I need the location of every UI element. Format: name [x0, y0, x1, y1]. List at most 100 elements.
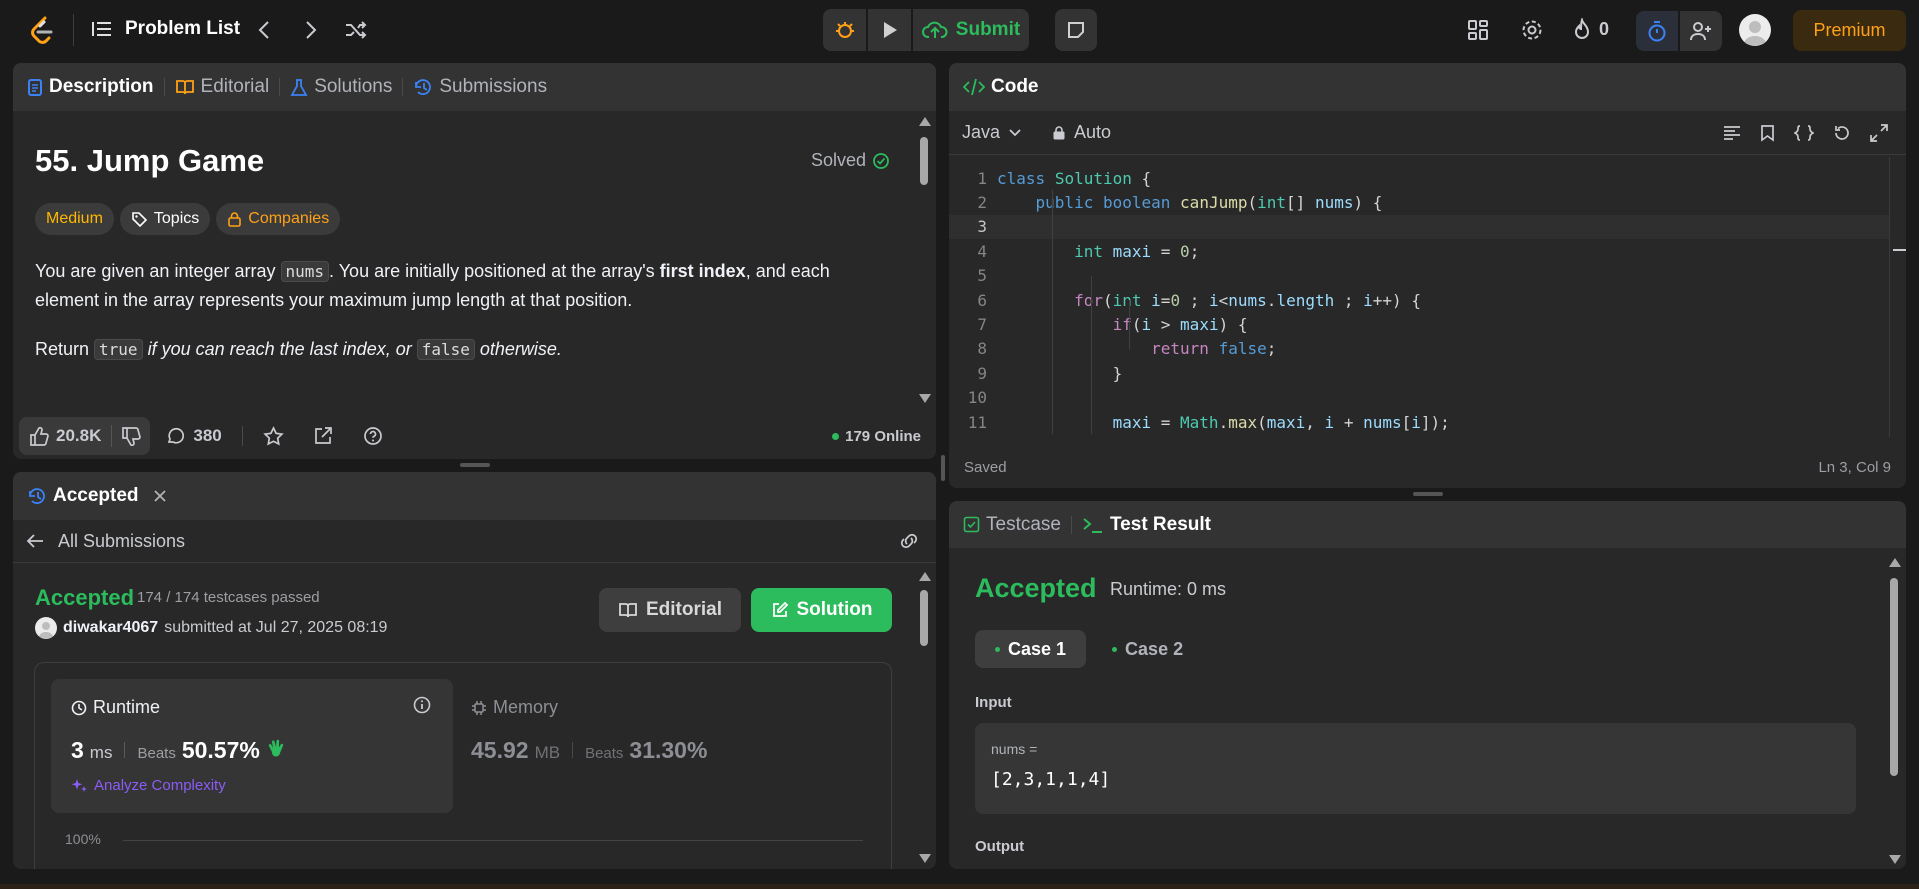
avatar[interactable] [1739, 14, 1771, 46]
top-bar: Problem List Submit 0 Premium [0, 0, 1919, 60]
solution-button[interactable]: Solution [751, 588, 892, 632]
line-number: 6 [977, 290, 987, 310]
clock-icon [71, 700, 87, 716]
line-number: 7 [977, 315, 987, 335]
result-runtime: Runtime: 0 ms [1110, 579, 1227, 599]
link-icon[interactable] [898, 533, 920, 549]
back-to-submissions[interactable]: All Submissions [26, 531, 185, 552]
tab-code[interactable]: Code [963, 76, 1039, 98]
runtime-card[interactable]: Runtime 3 ms Beats 50.57% Analyze Comple… [51, 679, 453, 813]
info-icon[interactable] [413, 696, 431, 714]
editorial-button[interactable]: Editorial [599, 588, 741, 632]
lock-icon [227, 211, 242, 228]
star-icon[interactable] [263, 426, 284, 446]
format-icon[interactable] [1723, 125, 1741, 141]
memory-unit: MB [534, 743, 561, 762]
runtime-value-row: 3 ms Beats 50.57% [71, 737, 286, 764]
submit-button[interactable]: Submit [913, 9, 1029, 51]
line-number: 8 [977, 339, 987, 359]
check-circle-icon [872, 152, 890, 170]
timer-button[interactable] [1636, 11, 1678, 51]
tab-solutions[interactable]: Solutions [290, 76, 392, 98]
tab-label: Test Result [1109, 513, 1211, 535]
test-scrollbar[interactable] [1889, 556, 1901, 866]
description-footer: 20.8K 380 179 Online [13, 416, 936, 456]
tab-test-result[interactable]: Test Result [1082, 514, 1211, 536]
line-number: 5 [977, 266, 987, 286]
reset-icon[interactable] [1833, 124, 1851, 142]
comments-button[interactable]: 380 [166, 426, 222, 446]
horizontal-resize-handle[interactable] [460, 463, 490, 467]
clap-icon [266, 738, 286, 758]
invite-button[interactable] [1680, 11, 1722, 51]
premium-label: Premium [1813, 20, 1886, 40]
memory-card[interactable]: Memory 45.92 MB Beats 31.30% [471, 679, 873, 813]
problem-list-button[interactable]: Problem List [91, 18, 240, 40]
result-status: Accepted [975, 573, 1097, 603]
italic-text: if you can reach the last index, or [142, 339, 417, 359]
input-box[interactable]: nums = [2,3,1,1,4] [975, 723, 1856, 814]
tab-editorial[interactable]: Editorial [175, 76, 270, 98]
difficulty-badge[interactable]: Medium [35, 203, 114, 235]
lock-icon [1052, 125, 1066, 141]
tag-icon [131, 211, 148, 228]
tab-label: Description [49, 76, 154, 97]
gear-icon[interactable] [1521, 19, 1543, 41]
code-line: 11 maxi = Math. max(maxi, i + nums[i]); [949, 410, 1889, 434]
tab-submissions[interactable]: Submissions [413, 76, 547, 98]
description-tabs: Description Editorial Solutions Submissi… [13, 63, 936, 111]
sparkle-icon [71, 777, 88, 794]
help-icon[interactable] [363, 426, 383, 446]
dislike-button[interactable] [112, 417, 150, 455]
stats-card: Runtime 3 ms Beats 50.57% Analyze Comple… [34, 662, 892, 869]
language-select[interactable]: Java [962, 122, 1022, 143]
layout-icon[interactable] [1467, 19, 1489, 41]
tab-testcase[interactable]: Testcase [963, 514, 1061, 536]
input-label: Input [975, 694, 1012, 711]
analyze-complexity-link[interactable]: Analyze Complexity [71, 777, 226, 794]
premium-button[interactable]: Premium [1793, 10, 1906, 51]
shuffle-icon[interactable] [344, 20, 368, 40]
auto-mode[interactable]: Auto [1052, 122, 1111, 143]
bookmark-icon[interactable] [1760, 124, 1775, 142]
tab-label: Submissions [439, 76, 548, 97]
case-tabs: Case 1 Case 2 [975, 630, 1203, 668]
share-icon[interactable] [313, 426, 333, 446]
vertical-resize-handle[interactable] [941, 455, 945, 481]
code-test-resize-handle[interactable] [1413, 492, 1443, 496]
leetcode-logo[interactable] [29, 16, 55, 44]
submission-scrollbar[interactable] [919, 570, 931, 865]
run-toolbar: Submit [823, 9, 1029, 51]
code-editor[interactable]: 1 class Solution { 2 public boolean canJu… [949, 166, 1889, 434]
memory-label: Memory [493, 697, 559, 717]
companies-button[interactable]: Companies [216, 203, 341, 235]
tab-description[interactable]: Description [27, 76, 154, 98]
runtime-value: 3 [71, 737, 84, 763]
close-icon[interactable] [153, 489, 167, 503]
text-span: You are given an integer array [35, 261, 281, 281]
code-line: 8 return false; [949, 337, 1889, 361]
submission-panel: Accepted All Submissions Accepted 174 / … [13, 472, 936, 869]
fullscreen-icon[interactable] [1870, 123, 1888, 142]
run-button[interactable] [868, 9, 911, 51]
case-tab-1[interactable]: Case 1 [975, 630, 1087, 668]
chevron-right-icon[interactable] [304, 20, 318, 40]
tab-accepted[interactable]: Accepted [27, 485, 139, 507]
submitter-name[interactable]: diwakar4067 [63, 619, 158, 637]
streak-counter[interactable]: 0 [1573, 18, 1609, 40]
braces-icon[interactable] [1794, 124, 1814, 142]
code-line: 5 [949, 264, 1889, 288]
tab-label: Editorial [200, 76, 270, 97]
bug-icon [834, 19, 856, 41]
topics-button[interactable]: Topics [119, 203, 211, 235]
description-scrollbar[interactable] [919, 115, 931, 405]
auto-label: Auto [1074, 122, 1112, 142]
like-button[interactable]: 20.8K [19, 417, 111, 455]
notes-button[interactable] [1055, 9, 1097, 51]
chevron-left-icon[interactable] [257, 20, 271, 40]
case-tab-2[interactable]: Case 2 [1092, 630, 1203, 668]
editor-minimap[interactable] [1889, 157, 1906, 437]
debug-button[interactable] [823, 9, 866, 51]
all-submissions-label: All Submissions [58, 530, 186, 551]
stopwatch-icon [1647, 20, 1667, 42]
